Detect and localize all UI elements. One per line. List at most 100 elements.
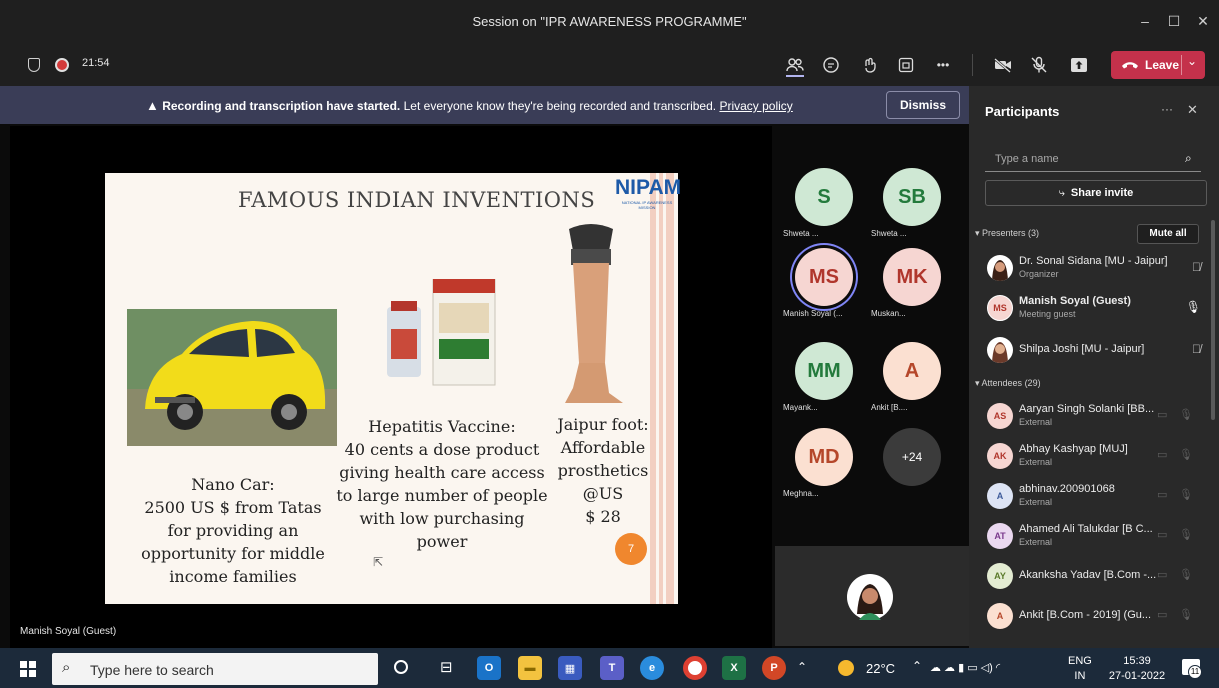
taskbar-search-input[interactable]: ⌕ Type here to search (52, 653, 378, 685)
avatar: AT (987, 523, 1013, 549)
mic-on-icon: 🎙 (1185, 300, 1201, 314)
attendees-header[interactable]: ▾ Attendees (29) (975, 378, 1041, 389)
recording-icon (55, 58, 69, 72)
chat-icon[interactable] (818, 52, 844, 78)
avatar: A (987, 603, 1013, 629)
camera-off-icon: ▭ (1157, 489, 1168, 501)
tray-icons[interactable]: ☁ ☁ ▮ ▭ ◁) ◜ (930, 661, 1000, 674)
participant-tile[interactable]: S Shweta ... (783, 162, 871, 246)
file-explorer-icon[interactable]: ▬ (518, 656, 542, 680)
jaipur-foot-caption: Jaipur foot: Affordable prosthetics @US … (557, 415, 649, 526)
participant-tile[interactable]: A Ankit [B.... (871, 336, 959, 420)
notifications-icon[interactable]: 11 (1182, 659, 1202, 679)
attendee-row[interactable]: A Ankit [B.Com - 2019] (Gu... ▭ 🎙 (969, 598, 1219, 634)
panel-close-icon[interactable]: ✕ (1187, 102, 1198, 118)
tray-chevron-icon[interactable]: ⌃ (912, 659, 922, 673)
attendee-row[interactable]: AK Abhay Kashyap [MUJ] External ▭ 🎙 (969, 438, 1219, 474)
avatar: A (883, 342, 941, 400)
camera-off-icon: ▭ (1157, 449, 1168, 461)
panel-title: Participants (985, 104, 1060, 119)
attendee-row[interactable]: AS Aaryan Singh Solanki [BB... External … (969, 398, 1219, 434)
panel-more-icon[interactable]: ··· (1161, 102, 1173, 116)
presenter-name-label: Manish Soyal (Guest) (20, 626, 117, 637)
camera-off-icon: ▭ (1157, 569, 1168, 581)
powerpoint-icon[interactable]: P (762, 656, 786, 680)
camera-off-icon[interactable] (990, 52, 1016, 78)
minimize-button[interactable]: – (1134, 10, 1156, 32)
chevron-down-icon[interactable]: ⌄ (1187, 54, 1197, 68)
cortana-icon[interactable] (394, 660, 408, 674)
vaccine-image (387, 279, 496, 386)
search-icon: ⌕ (62, 659, 71, 676)
reactions-icon[interactable] (858, 52, 884, 78)
participant-tile-name: Muskan... (871, 309, 906, 318)
store-icon[interactable]: ▦ (558, 656, 582, 680)
avatar: SB (883, 168, 941, 226)
share-invite-button[interactable]: ⤷ Share invite (985, 180, 1207, 206)
avatar: MK (883, 248, 941, 306)
presenter-row[interactable]: Dr. Sonal Sidana [MU - Jaipur] Organizer… (969, 250, 1219, 286)
window-title: Session on "IPR AWARENESS PROGRAMME" (472, 14, 747, 29)
panel-scrollbar[interactable] (1211, 220, 1215, 420)
participant-tile-name: Ankit [B.... (871, 403, 908, 412)
banner-bold-text: Recording and transcription have started… (162, 99, 401, 113)
teams-icon[interactable]: T (600, 656, 624, 680)
excel-icon[interactable]: X (722, 656, 746, 680)
participant-tile[interactable]: MD Meghna... (783, 422, 871, 506)
mute-all-button[interactable]: Mute all (1137, 224, 1199, 244)
participant-tile[interactable]: MS Manish Soyal (... (783, 242, 871, 326)
self-video-tile (775, 546, 969, 646)
dismiss-button[interactable]: Dismiss (886, 91, 960, 119)
mic-off-icon[interactable] (1026, 52, 1052, 78)
privacy-policy-link[interactable]: Privacy policy (719, 99, 792, 113)
show-hidden-icons-icon[interactable]: ⌃ (797, 660, 807, 674)
active-tab-indicator (786, 75, 804, 77)
participant-tile[interactable]: MK Muskan... (871, 242, 959, 326)
participant-tile[interactable]: SB Shweta ... (871, 162, 959, 246)
avatar: MM (795, 342, 853, 400)
shield-icon (28, 58, 40, 72)
leave-label: Leave (1145, 58, 1180, 72)
mic-off-icon: 🎙 (1179, 569, 1193, 581)
more-participants-tile[interactable]: +24 (871, 422, 959, 506)
mic-off-icon: 🎙̸ (1192, 342, 1201, 356)
vaccine-caption: Hepatitis Vaccine: 40 cents a dose produ… (336, 417, 548, 551)
presenter-row[interactable]: MS Manish Soyal (Guest) Meeting guest 🎙 (969, 290, 1219, 326)
participants-panel: Participants ··· ✕ Type a name ⌕ ⤷ Share… (969, 86, 1219, 648)
language-indicator[interactable]: ENG IN (1068, 654, 1092, 684)
avatar: A (987, 483, 1013, 509)
close-window-button[interactable]: ✕ (1192, 10, 1214, 32)
attendee-row[interactable]: AT Ahamed Ali Talukdar [B C... External … (969, 518, 1219, 554)
presenter-row[interactable]: Shilpa Joshi [MU - Jaipur] 🎙̸ (969, 332, 1219, 368)
participants-icon[interactable] (782, 52, 808, 78)
task-view-icon[interactable]: ⊟ (440, 658, 453, 676)
attendee-row[interactable]: AY Akanksha Yadav [B.Com -... ▭ 🎙 (969, 558, 1219, 594)
outlook-icon[interactable]: O (477, 656, 501, 680)
presenters-header[interactable]: ▾ Presenters (3) (975, 228, 1039, 239)
jaipur-foot-image (565, 224, 623, 403)
avatar: AS (987, 403, 1013, 429)
chrome-icon[interactable] (683, 656, 707, 680)
participant-tile[interactable]: MM Mayank... (783, 336, 871, 420)
windows-taskbar: ⌕ Type here to search ⊟ O ▬ ▦ T e X P ⌃ … (0, 648, 1219, 688)
temperature-label[interactable]: 22°C (866, 661, 895, 676)
edge-icon[interactable]: e (640, 656, 664, 680)
more-actions-icon[interactable]: ••• (930, 52, 956, 78)
mic-off-icon: 🎙̸ (1192, 260, 1201, 274)
weather-icon (838, 660, 854, 676)
share-screen-icon[interactable] (1066, 52, 1092, 78)
leave-button[interactable]: Leave ⌄ (1111, 51, 1205, 79)
avatar (987, 255, 1013, 281)
banner-text: Let everyone know they're being recorded… (403, 99, 717, 113)
meeting-toolbar: 21:54 ••• Leave ⌄ (0, 44, 1219, 86)
maximize-button[interactable]: ☐ (1163, 10, 1185, 32)
warning-icon: ▲ (146, 98, 159, 113)
recording-banner: ▲ Recording and transcription have start… (0, 86, 969, 124)
taskbar-clock[interactable]: 15:39 27-01-2022 (1106, 654, 1168, 684)
breakout-rooms-icon[interactable] (893, 52, 919, 78)
participant-tile-name: Shweta ... (783, 229, 819, 238)
camera-off-icon: ▭ (1157, 529, 1168, 541)
attendee-row[interactable]: A abhinav.200901068 External ▭ 🎙 (969, 478, 1219, 514)
participant-search-input[interactable]: Type a name ⌕ (985, 146, 1201, 172)
windows-start-icon[interactable] (20, 661, 36, 677)
